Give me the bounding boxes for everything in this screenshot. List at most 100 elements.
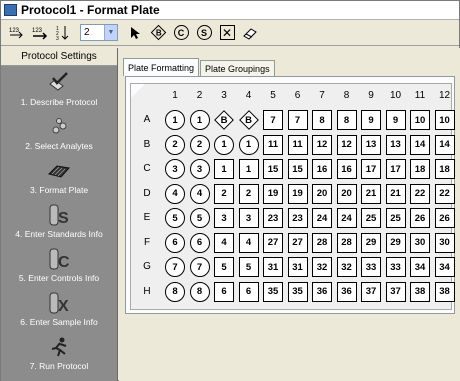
sidebar-item-select-analytes[interactable]: 2. Select Analytes	[1, 110, 117, 154]
sample-well[interactable]: 5	[238, 257, 259, 277]
blank-well[interactable]: B	[214, 110, 234, 130]
sample-well[interactable]: 23	[287, 208, 308, 228]
sample-well[interactable]: 34	[434, 257, 455, 277]
sample-well[interactable]: 25	[361, 208, 381, 228]
sample-well[interactable]: 2	[214, 183, 234, 204]
sample-well[interactable]: 18	[410, 159, 430, 179]
sidebar-item-describe-protocol[interactable]: 1. Describe Protocol	[1, 66, 117, 110]
sample-well[interactable]: 30	[410, 232, 430, 253]
sample-well[interactable]: 38	[410, 281, 430, 302]
sample-well[interactable]: 23	[263, 208, 283, 228]
sample-well[interactable]: 20	[336, 183, 357, 204]
row-header[interactable]: F	[137, 237, 157, 248]
sample-well[interactable]: 13	[361, 134, 381, 155]
standard-well[interactable]: 4	[165, 183, 185, 204]
sample-well[interactable]: 37	[361, 281, 381, 302]
sample-well[interactable]: 22	[410, 183, 430, 204]
sample-well[interactable]: 13	[385, 134, 406, 155]
column-header[interactable]: 7	[312, 90, 332, 101]
standard-well[interactable]: 3	[165, 159, 185, 179]
sample-well[interactable]: 4	[214, 232, 234, 253]
standard-well[interactable]: 1	[165, 110, 185, 130]
sample-well-button[interactable]: ✕	[217, 23, 237, 43]
sample-well[interactable]: 17	[361, 159, 381, 179]
sample-well[interactable]: 14	[410, 134, 430, 155]
standard-well[interactable]: 1	[238, 134, 259, 155]
standard-well[interactable]: 1	[189, 110, 210, 130]
column-header[interactable]: 11	[410, 90, 430, 101]
sample-well[interactable]: 20	[312, 183, 332, 204]
sample-well[interactable]: 12	[312, 134, 332, 155]
sample-well[interactable]: 18	[434, 159, 455, 179]
column-header[interactable]: 10	[386, 90, 406, 101]
sample-well[interactable]: 29	[361, 232, 381, 253]
sample-well[interactable]: 27	[287, 232, 308, 253]
sample-well[interactable]: 38	[434, 281, 455, 302]
column-header[interactable]: 12	[435, 90, 455, 101]
sample-well[interactable]: 22	[434, 183, 455, 204]
column-header[interactable]: 1	[165, 90, 185, 101]
sample-well[interactable]: 6	[238, 281, 259, 302]
sample-well[interactable]: 31	[263, 257, 283, 277]
sidebar-item-run-protocol[interactable]: 7. Run Protocol	[1, 330, 117, 374]
sample-well[interactable]: 15	[263, 159, 283, 179]
column-header[interactable]: 9	[361, 90, 381, 101]
sample-well[interactable]: 5	[214, 257, 234, 277]
standard-well-button[interactable]: S	[194, 23, 214, 43]
sample-well[interactable]: 15	[287, 159, 308, 179]
sample-well[interactable]: 4	[238, 232, 259, 253]
row-header[interactable]: H	[137, 286, 157, 297]
sample-well[interactable]: 32	[336, 257, 357, 277]
row-header[interactable]: C	[137, 163, 157, 174]
standard-well[interactable]: 1	[214, 134, 234, 155]
fill-vertical-icon[interactable]: 123	[53, 23, 73, 43]
sample-well[interactable]: 1	[214, 159, 234, 179]
sample-well[interactable]: 25	[385, 208, 406, 228]
row-header[interactable]: B	[137, 139, 157, 150]
sample-well[interactable]: 34	[410, 257, 430, 277]
column-header[interactable]: 8	[337, 90, 357, 101]
sample-well[interactable]: 32	[312, 257, 332, 277]
sample-well[interactable]: 10	[410, 110, 430, 130]
sample-well[interactable]: 36	[312, 281, 332, 302]
sample-well[interactable]: 14	[434, 134, 455, 155]
sample-well[interactable]: 26	[434, 208, 455, 228]
sample-well[interactable]: 35	[287, 281, 308, 302]
standard-well[interactable]: 6	[189, 232, 210, 253]
fill-right-icon[interactable]: 123	[30, 23, 50, 43]
standard-well[interactable]: 7	[189, 257, 210, 277]
fill-horizontal-icon[interactable]: 123	[7, 23, 27, 43]
sample-well[interactable]: 6	[214, 281, 234, 302]
sample-well[interactable]: 7	[287, 110, 308, 130]
standard-well[interactable]: 2	[189, 134, 210, 155]
tab-plate-groupings[interactable]: Plate Groupings	[200, 60, 275, 76]
sample-well[interactable]: 24	[336, 208, 357, 228]
standard-well[interactable]: 8	[165, 281, 185, 302]
sample-well[interactable]: 33	[385, 257, 406, 277]
sample-well[interactable]: 21	[385, 183, 406, 204]
eraser-icon[interactable]	[240, 23, 260, 43]
sample-well[interactable]: 35	[263, 281, 283, 302]
sample-well[interactable]: 28	[312, 232, 332, 253]
sample-well[interactable]: 8	[312, 110, 332, 130]
sample-well[interactable]: 33	[361, 257, 381, 277]
standard-well[interactable]: 5	[165, 208, 185, 228]
sample-well[interactable]: 19	[263, 183, 283, 204]
sample-well[interactable]: 29	[385, 232, 406, 253]
sample-well[interactable]: 31	[287, 257, 308, 277]
standard-well[interactable]: 5	[189, 208, 210, 228]
sample-well[interactable]: 16	[336, 159, 357, 179]
sample-well[interactable]: 19	[287, 183, 308, 204]
row-header[interactable]: D	[137, 188, 157, 199]
sample-well[interactable]: 11	[287, 134, 308, 155]
sample-well[interactable]: 3	[238, 208, 259, 228]
sample-well[interactable]: 16	[312, 159, 332, 179]
standard-well[interactable]: 4	[189, 183, 210, 204]
sample-well[interactable]: 9	[385, 110, 406, 130]
replicate-count-select[interactable]: 2 ▼	[80, 24, 118, 41]
sample-well[interactable]: 9	[361, 110, 381, 130]
sample-well[interactable]: 10	[434, 110, 455, 130]
control-well-button[interactable]: C	[171, 23, 191, 43]
sidebar-item-format-plate[interactable]: 3. Format Plate	[1, 154, 117, 198]
sample-well[interactable]: 21	[361, 183, 381, 204]
